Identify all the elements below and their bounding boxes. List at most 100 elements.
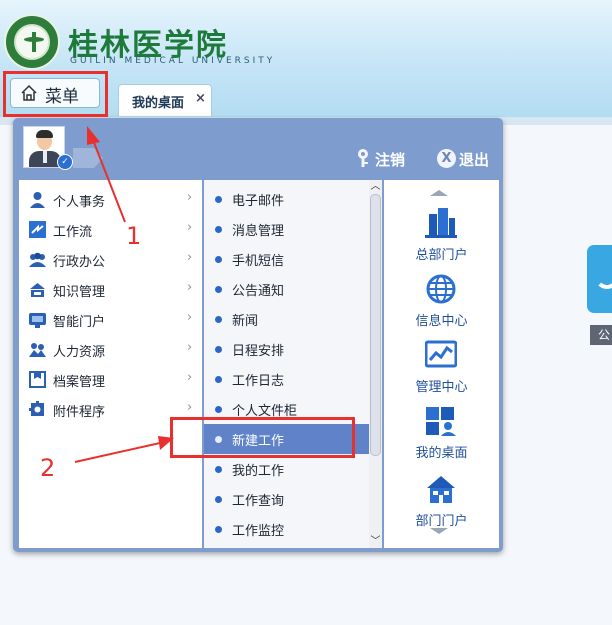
category-workflow[interactable]: 工作流 › — [19, 214, 202, 244]
key-icon — [358, 149, 368, 167]
signal-icon — [595, 265, 612, 289]
house-icon — [427, 476, 455, 503]
attachment-icon — [29, 401, 44, 416]
knowledge-icon — [30, 283, 45, 297]
tab-my-desktop-label: 我的桌面 — [132, 96, 185, 111]
submenu-item-schedule[interactable]: 日程安排 — [204, 334, 369, 364]
hr-icon — [29, 343, 46, 357]
bullet-icon — [215, 256, 222, 263]
submenu-label: 工作查询 — [232, 494, 285, 509]
chevron-right-icon: › — [187, 310, 193, 325]
shortcut-label: 部门门户 — [415, 514, 468, 529]
chevron-up-icon[interactable]: ︿ — [369, 180, 382, 193]
portal-icon — [29, 313, 46, 328]
submenu-label: 手机短信 — [232, 254, 285, 269]
category-knowledge[interactable]: 知识管理 › — [19, 274, 202, 304]
submenu-list: 电子邮件 消息管理 手机短信 公告通知 新闻 日程安排 工作日志 个人文件柜 新… — [204, 180, 382, 548]
bullet-icon — [215, 196, 222, 203]
submenu-item-news[interactable]: 新闻 — [204, 304, 369, 334]
desktop-icon — [426, 407, 456, 436]
exit-icon: X — [437, 149, 456, 168]
chevron-down-icon[interactable]: ﹀ — [369, 535, 382, 548]
category-list: 个人事务 › 工作流 › 行政办公 › 知识管理 › 智能门户 › 人力资源 › — [19, 180, 202, 548]
bullet-icon — [215, 226, 222, 233]
chevron-right-icon: › — [187, 220, 193, 235]
tab-my-desktop[interactable]: 我的桌面 × — [118, 84, 212, 116]
annotation-number-1: 1 — [126, 222, 142, 250]
category-personal-affairs[interactable]: 个人事务 › — [19, 184, 202, 214]
logout-label: 注销 — [375, 151, 406, 169]
start-menu-panel: ✓ 注销 X 退出 个人事务 › 工作流 › 行政办公 › 知识管理 › 智能门… — [13, 118, 503, 552]
submenu-item-email[interactable]: 电子邮件 — [204, 184, 369, 214]
shortcut-label: 我的桌面 — [415, 446, 468, 461]
category-admin-office[interactable]: 行政办公 › — [19, 244, 202, 274]
category-hr[interactable]: 人力资源 › — [19, 334, 202, 364]
online-check-icon: ✓ — [57, 154, 73, 170]
exit-label: 退出 — [459, 151, 490, 169]
chevron-right-icon: › — [187, 250, 193, 265]
group-icon — [29, 252, 46, 267]
bullet-icon — [215, 346, 222, 353]
category-label: 智能门户 — [53, 315, 106, 330]
annotation-box-1 — [3, 71, 108, 117]
bullet-icon — [215, 376, 222, 383]
category-label: 知识管理 — [53, 285, 106, 300]
chevron-right-icon: › — [187, 190, 193, 205]
shortcut-management-center[interactable]: 管理中心 — [384, 340, 499, 398]
submenu-label: 消息管理 — [232, 224, 285, 239]
workflow-icon — [29, 221, 46, 238]
annotation-number-2: 2 — [40, 454, 56, 482]
category-archive[interactable]: 档案管理 › — [19, 364, 202, 394]
bullet-icon — [215, 406, 222, 413]
submenu-item-work-monitor[interactable]: 工作监控 — [204, 514, 369, 544]
submenu-item-messages[interactable]: 消息管理 — [204, 214, 369, 244]
submenu-item-my-work[interactable]: 我的工作 — [204, 454, 369, 484]
annotation-box-2 — [170, 417, 355, 458]
shortcut-info-center[interactable]: 信息中心 — [384, 274, 499, 332]
bullet-icon — [215, 526, 222, 533]
submenu-scrollbar[interactable]: ︿ ﹀ — [369, 180, 382, 548]
submenu-label: 工作日志 — [232, 374, 285, 389]
side-app-card[interactable] — [587, 245, 612, 313]
submenu-label: 我的工作 — [232, 464, 285, 479]
university-seal-logo — [4, 14, 60, 70]
shortcut-headquarters-portal[interactable]: 总部门户 — [384, 208, 499, 266]
shortcut-label: 总部门户 — [415, 248, 468, 263]
arrow-icon — [73, 148, 103, 168]
person-icon — [30, 192, 45, 208]
category-label: 行政办公 — [53, 255, 106, 270]
bullet-icon — [215, 316, 222, 323]
submenu-label: 电子邮件 — [232, 194, 285, 209]
category-label: 附件程序 — [53, 405, 106, 420]
university-name-en: GUILIN MEDICAL UNIVERSITY — [70, 56, 276, 66]
scroll-up-icon[interactable] — [430, 190, 448, 196]
archive-icon — [29, 371, 46, 388]
bullet-icon — [215, 286, 222, 293]
scroll-down-icon[interactable] — [430, 528, 448, 534]
shortcut-label: 信息中心 — [415, 314, 468, 329]
submenu-item-notices[interactable]: 公告通知 — [204, 274, 369, 304]
chevron-right-icon: › — [187, 340, 193, 355]
submenu-item-work-query[interactable]: 工作查询 — [204, 484, 369, 514]
submenu-item-sms[interactable]: 手机短信 — [204, 244, 369, 274]
category-label: 工作流 — [53, 225, 93, 240]
globe-icon — [426, 274, 456, 304]
chart-icon — [425, 340, 457, 368]
close-icon[interactable]: × — [195, 91, 206, 106]
building-icon — [425, 208, 457, 238]
shortcut-label: 管理中心 — [415, 380, 468, 395]
category-label: 档案管理 — [53, 375, 106, 390]
category-smart-portal[interactable]: 智能门户 › — [19, 304, 202, 334]
category-label: 人力资源 — [53, 345, 106, 360]
shortcut-list: 总部门户 信息中心 管理中心 我的桌面 部门门户 — [384, 180, 499, 548]
shortcut-department-portal[interactable]: 部门门户 — [384, 474, 499, 532]
side-app-label: 公 — [590, 325, 612, 345]
chevron-right-icon: › — [187, 400, 193, 415]
chevron-right-icon: › — [187, 370, 193, 385]
bullet-icon — [215, 466, 222, 473]
shortcut-my-desktop[interactable]: 我的桌面 — [384, 406, 499, 464]
chevron-right-icon: › — [187, 280, 193, 295]
scrollbar-thumb[interactable] — [370, 194, 381, 456]
submenu-item-work-log[interactable]: 工作日志 — [204, 364, 369, 394]
submenu-label: 公告通知 — [232, 284, 285, 299]
